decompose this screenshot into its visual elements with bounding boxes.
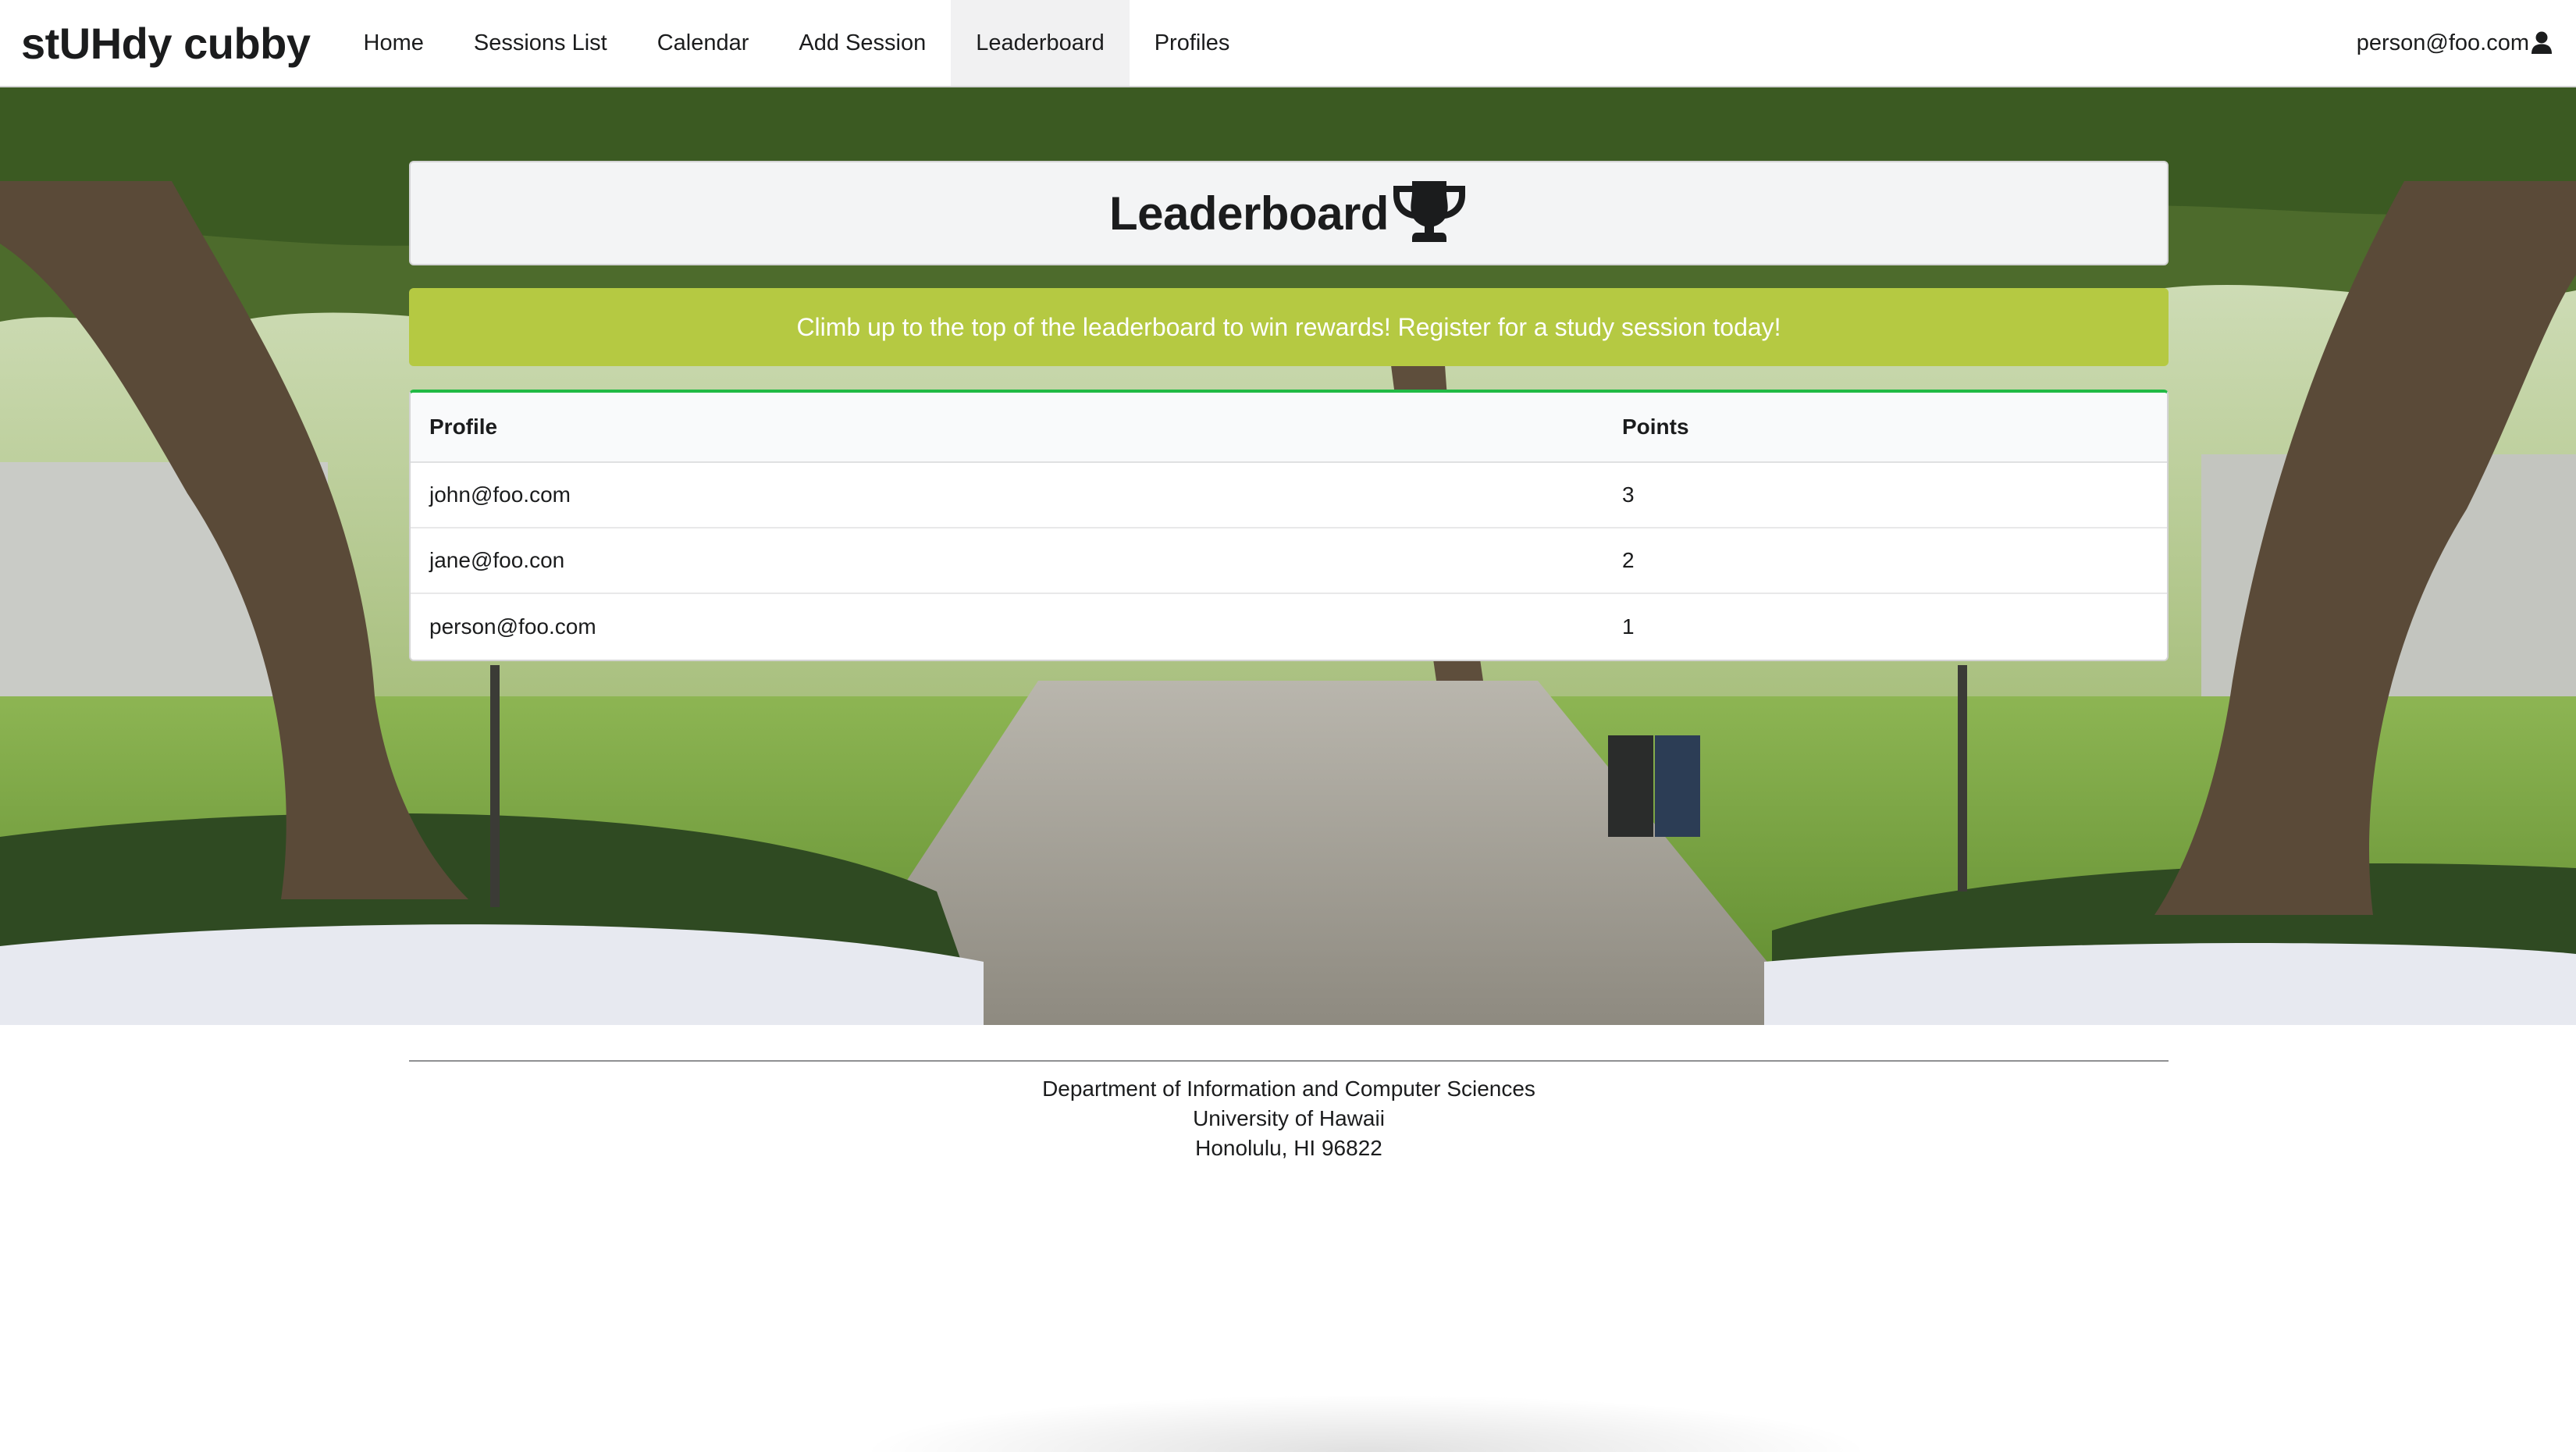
user-email: person@foo.com: [2356, 30, 2529, 55]
profile-cell: person@foo.com: [429, 614, 596, 639]
main-nav: Home Sessions List Calendar Add Session …: [339, 0, 1255, 86]
points-cell: 1: [1622, 614, 1635, 639]
nav-calendar[interactable]: Calendar: [632, 0, 774, 86]
nav-profiles[interactable]: Profiles: [1130, 0, 1255, 86]
top-menu: stUHdy cubby Home Sessions List Calendar…: [0, 0, 2576, 87]
table-row: person@foo.com 1: [411, 594, 2167, 660]
profile-cell: jane@foo.con: [411, 528, 1603, 594]
bottom-shadow: [820, 1390, 1912, 1452]
column-header-points: Points: [1603, 393, 2167, 463]
user-menu[interactable]: person@foo.com: [2357, 0, 2576, 86]
footer-address: Honolulu, HI 96822: [1195, 1136, 1382, 1160]
table-header-row: Profile Points: [411, 393, 2167, 463]
footer: Department of Information and Computer S…: [409, 1074, 2169, 1163]
brand-logo[interactable]: stUHdy cubby: [0, 0, 333, 86]
footer-divider: [409, 1060, 2169, 1062]
nav-add-session[interactable]: Add Session: [774, 0, 951, 86]
nav-sessions-list[interactable]: Sessions List: [449, 0, 632, 86]
points-cell: 2: [1603, 528, 2167, 594]
footer-university: University of Hawaii: [1193, 1106, 1385, 1130]
nav-leaderboard[interactable]: Leaderboard: [951, 0, 1130, 86]
footer-department: Department of Information and Computer S…: [1042, 1077, 1535, 1101]
user-icon: [2532, 31, 2552, 54]
table-row: jane@foo.con 2: [411, 528, 2167, 594]
page-title: Leaderboard: [1109, 187, 1389, 240]
rewards-banner: Climb up to the top of the leaderboard t…: [409, 288, 2169, 366]
column-header-profile: Profile: [411, 393, 1603, 463]
nav-home[interactable]: Home: [339, 0, 449, 86]
trophy-icon: [1393, 181, 1465, 242]
page-header: Leaderboard: [409, 161, 2169, 265]
leaderboard-table: Profile Points john@foo.com 3 jane@foo.c…: [409, 390, 2169, 661]
points-cell: 3: [1603, 463, 2167, 528]
profile-cell: john@foo.com: [411, 463, 1603, 528]
table-row: john@foo.com 3: [411, 463, 2167, 528]
